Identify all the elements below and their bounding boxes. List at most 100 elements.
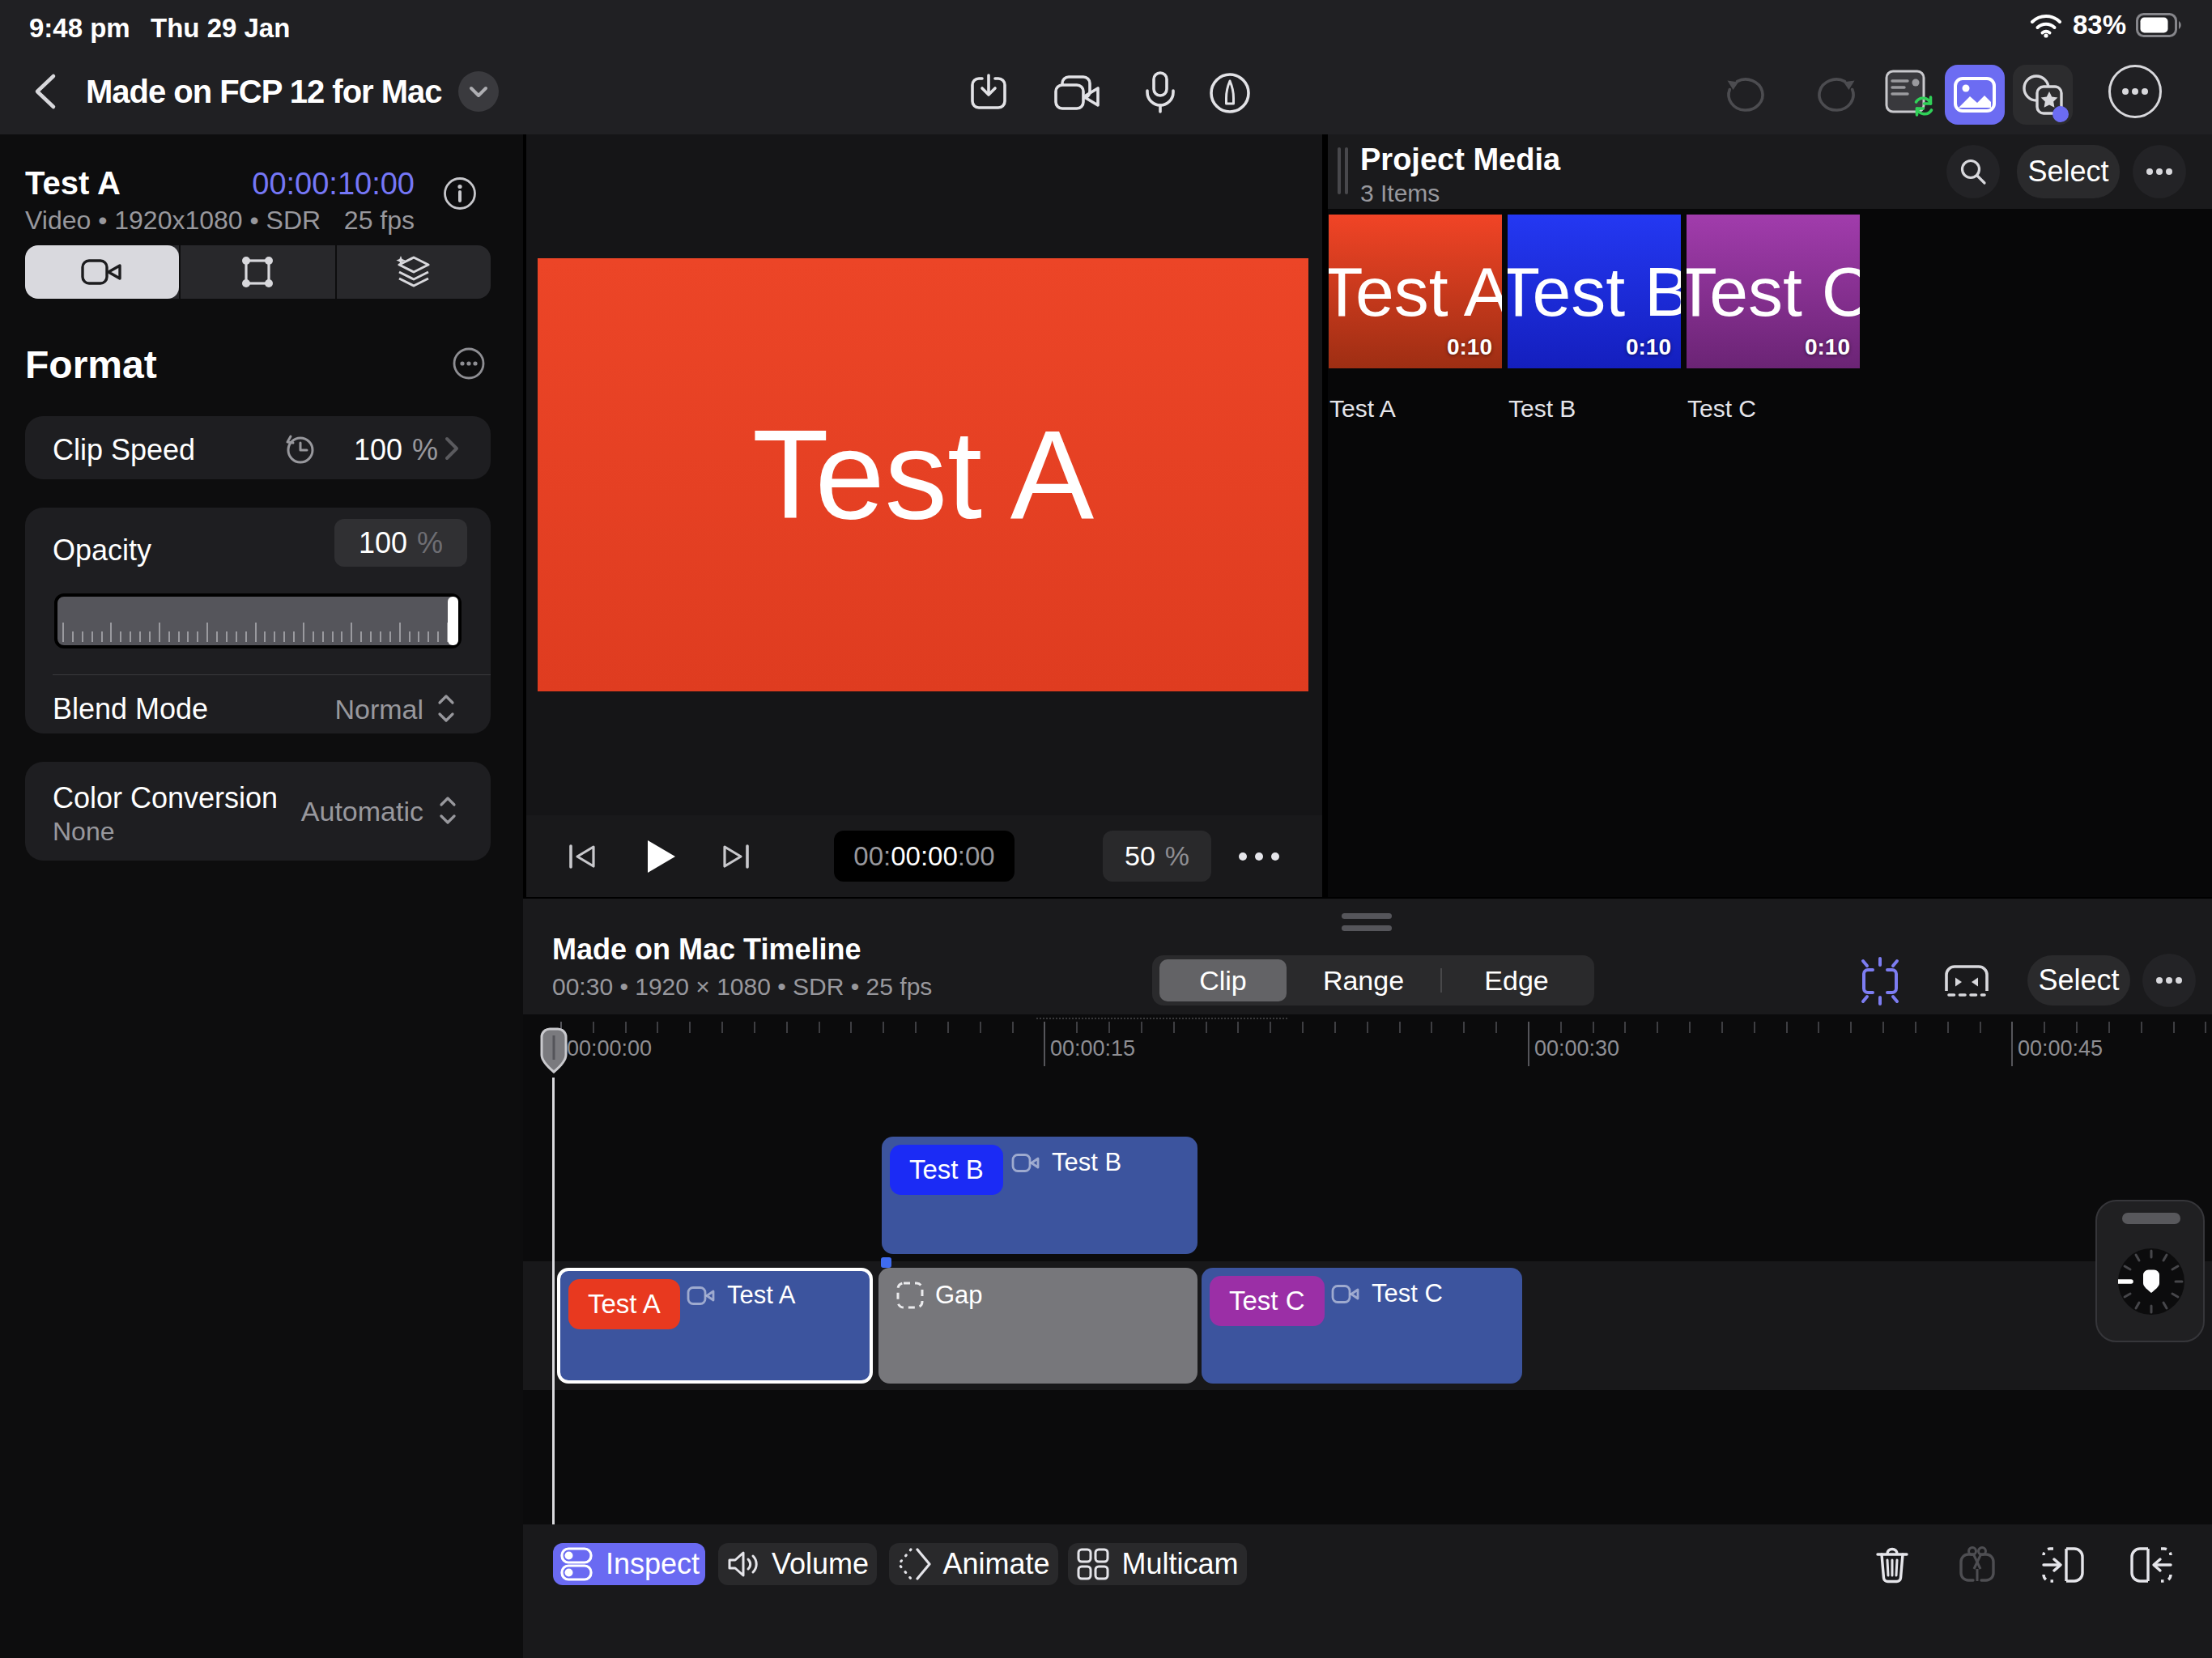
panel-drag-handle[interactable] <box>1338 147 1349 194</box>
timeline-panel: Made on Mac Timeline 00:30 • 1920 × 1080… <box>523 899 2212 1658</box>
redo-icon[interactable] <box>1815 74 1857 113</box>
inspect-label: Inspect <box>606 1547 700 1581</box>
inspect-button[interactable]: Inspect <box>553 1543 705 1585</box>
mic-icon[interactable] <box>1143 71 1177 115</box>
skip-forward-icon[interactable] <box>719 842 751 871</box>
color-conversion-row[interactable]: Color Conversion None Automatic <box>25 762 491 861</box>
split-clip-icon[interactable] <box>1956 1545 1998 1587</box>
status-date: Thu 29 Jan <box>151 13 290 44</box>
clip-speed-row[interactable]: Clip Speed 100 % <box>25 416 491 479</box>
media-item-label: Test A <box>1329 395 1396 423</box>
section-more-icon[interactable] <box>451 346 487 381</box>
zoom-unit: % <box>1165 840 1189 872</box>
delete-icon[interactable] <box>1874 1546 1910 1585</box>
tab-effects[interactable] <box>337 245 491 299</box>
opacity-slider-handle[interactable] <box>448 597 458 645</box>
title-chevron-button[interactable] <box>458 71 499 112</box>
multicam-button[interactable]: Multicam <box>1068 1543 1247 1585</box>
opacity-slider[interactable] <box>54 593 462 648</box>
clip-camera-icon <box>1011 1152 1040 1174</box>
animate-icon <box>897 1547 931 1581</box>
mode-clip[interactable]: Clip <box>1159 959 1287 1001</box>
timeline-clip-testA-selected[interactable]: Test A Test A <box>557 1268 873 1384</box>
timeline-drag-handle[interactable] <box>1342 925 1392 931</box>
mode-edge[interactable]: Edge <box>1442 955 1591 1005</box>
media-title: Project Media <box>1360 142 1560 177</box>
updown-chevrons-icon <box>438 794 457 827</box>
media-item-text: Test C <box>1687 252 1860 332</box>
timeline-title: Made on Mac Timeline <box>552 933 861 967</box>
back-button[interactable] <box>34 73 57 110</box>
animate-button[interactable]: Animate <box>889 1543 1058 1585</box>
wifi-icon <box>2029 12 2063 38</box>
project-sync-icon[interactable] <box>1885 70 1938 120</box>
viewer-frame-text: Test A <box>752 403 1094 547</box>
viewer-canvas: Test A <box>538 258 1308 691</box>
media-item-label: Test B <box>1508 395 1576 423</box>
media-browser-button[interactable] <box>1945 65 2005 125</box>
playhead-timecode[interactable]: 00:00:00:00 <box>834 831 1015 882</box>
trim-end-icon[interactable] <box>2129 1546 2172 1584</box>
pencil-tool-icon[interactable] <box>1208 71 1252 115</box>
more-menu-button[interactable] <box>2108 65 2162 118</box>
clip-name: Test B <box>1052 1148 1121 1177</box>
playhead-handle[interactable] <box>540 1027 568 1079</box>
media-item-thumbnail[interactable]: Test C 0:10 <box>1687 215 1860 368</box>
timeline-drag-handle[interactable] <box>1342 913 1392 919</box>
ruler-label: 00:00:15 <box>1050 1036 1135 1061</box>
opacity-label: Opacity <box>53 534 151 568</box>
timeline-select-button[interactable]: Select <box>2027 955 2130 1005</box>
timeline-clip-testC[interactable]: Test C Test C <box>1202 1268 1522 1384</box>
media-item-thumbnail[interactable]: Test A 0:10 <box>1329 215 1502 368</box>
import-icon[interactable] <box>968 73 1009 113</box>
titles-effects-button[interactable] <box>2013 65 2073 125</box>
ruler-label: 00:00:45 <box>2018 1036 2103 1061</box>
project-title[interactable]: Made on FCP 12 for Mac <box>86 74 442 110</box>
camera-icon[interactable] <box>1053 74 1108 112</box>
media-item-duration: 0:10 <box>1805 334 1850 360</box>
trim-start-icon[interactable] <box>2042 1546 2086 1584</box>
media-item-text: Test B <box>1508 252 1681 332</box>
timeline-more-button[interactable] <box>2142 954 2196 1007</box>
viewer-more-icon[interactable] <box>1237 852 1281 861</box>
media-select-button[interactable]: Select <box>2017 145 2120 198</box>
media-item-thumbnail[interactable]: Test B 0:10 <box>1508 215 1681 368</box>
gap-icon <box>896 1282 924 1309</box>
blend-mode-value[interactable]: Normal <box>292 694 423 725</box>
media-header: Project Media 3 Items Select <box>1328 134 2212 209</box>
clip-chip: Test C <box>1210 1276 1325 1326</box>
ruler-label: 00:00:00 <box>567 1036 652 1061</box>
jog-wheel[interactable] <box>2095 1200 2205 1342</box>
undo-icon[interactable] <box>1725 74 1767 113</box>
badge-dot <box>2052 106 2069 122</box>
opacity-value: 100 <box>359 526 407 560</box>
clip-duration-timecode[interactable]: 00:00:10:00 <box>252 167 415 202</box>
opacity-value-field[interactable]: 100% <box>334 519 467 567</box>
clip-name: Test C <box>1372 1279 1443 1308</box>
timeline-clip-testB[interactable]: Test B Test B <box>882 1137 1197 1254</box>
media-count: 3 Items <box>1360 180 1440 207</box>
playhead-line[interactable] <box>552 1078 555 1524</box>
color-conversion-label: Color Conversion <box>53 781 278 815</box>
zoom-level-button[interactable]: 50% <box>1103 831 1211 882</box>
tab-video[interactable] <box>25 245 179 299</box>
skip-back-icon[interactable] <box>567 842 599 871</box>
clip-speed-value: 100 <box>354 433 402 466</box>
media-item-duration: 0:10 <box>1626 334 1671 360</box>
clip-connector <box>881 1257 891 1268</box>
info-icon[interactable] <box>443 176 477 210</box>
magnetic-timeline-icon[interactable] <box>1855 957 1905 1005</box>
media-more-button[interactable] <box>2133 145 2186 198</box>
timeline-overview-icon[interactable] <box>1942 959 1992 1004</box>
media-item-text: Test A <box>1329 252 1502 332</box>
selected-clip-title: Test A <box>25 165 121 202</box>
play-button[interactable] <box>646 839 677 874</box>
jog-handle[interactable] <box>2122 1213 2180 1224</box>
timeline-clip-gap[interactable]: Gap <box>878 1268 1197 1384</box>
timeline-header: Made on Mac Timeline 00:30 • 1920 × 1080… <box>523 899 2212 1014</box>
tab-transform[interactable] <box>181 245 334 299</box>
edit-mode-segmented: Clip Range Edge <box>1152 955 1594 1005</box>
volume-button[interactable]: Volume <box>718 1543 877 1585</box>
media-search-button[interactable] <box>1946 145 2000 198</box>
mode-range[interactable]: Range <box>1287 955 1440 1005</box>
